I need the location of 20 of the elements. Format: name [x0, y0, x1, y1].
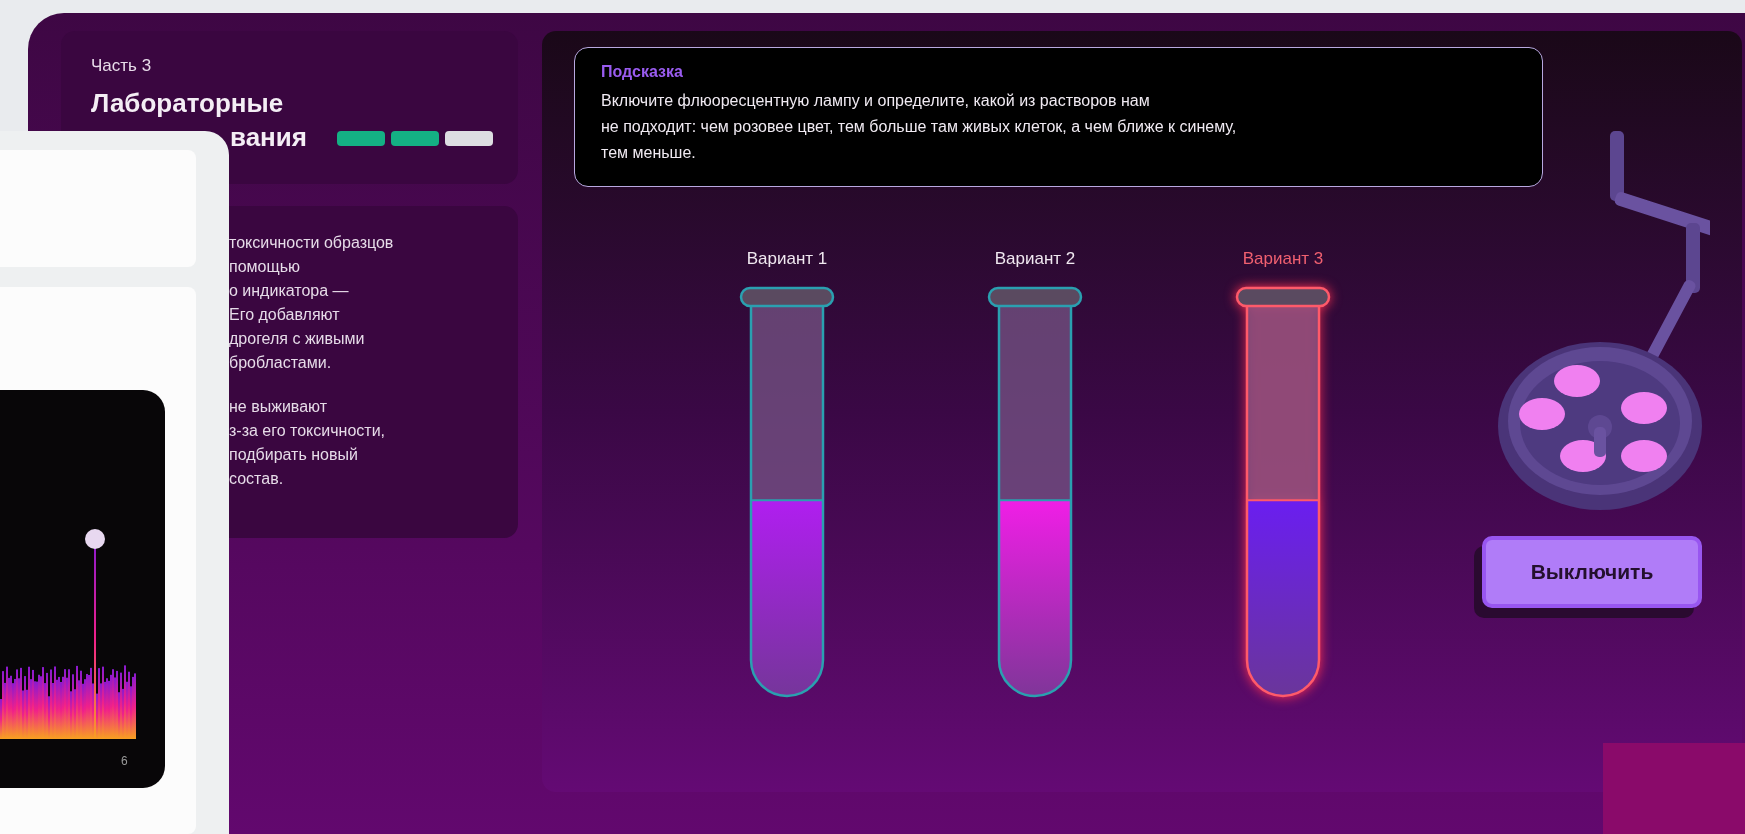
lesson-title: Лабораторные [91, 86, 284, 119]
part-label: Часть 3 [91, 55, 152, 77]
description-text: бробластами. [229, 353, 332, 373]
description-text: состав. [229, 469, 284, 489]
option-label: Вариант 2 [994, 248, 1076, 270]
hint-text: Включите флюоресцентную лампу и определите, какой из растворов нам не подходит: чем розовее цвет, тем больше там живых клеток, а чем ближе к синему, тем меньше. [601, 91, 1238, 163]
description-text: з-за его токсичности, [229, 421, 385, 441]
description-text: токсичности образцов [229, 233, 394, 253]
hint-title: Подсказка [601, 62, 683, 82]
description-text: помощью [229, 257, 300, 277]
peak-marker [85, 529, 105, 549]
option-label: Вариант 1 [746, 248, 828, 270]
description-text: подбирать новый [229, 445, 358, 465]
description-text: Его добавляют [229, 305, 340, 325]
description-text: дрогеля с живыми [229, 329, 365, 349]
description-text: о индикатора — [229, 281, 349, 301]
axis-tick-label: 6 [121, 753, 128, 770]
option-label: Вариант 3 [1242, 248, 1324, 270]
lesson-title: вания [230, 120, 307, 153]
description-text: не выживают [229, 397, 327, 417]
